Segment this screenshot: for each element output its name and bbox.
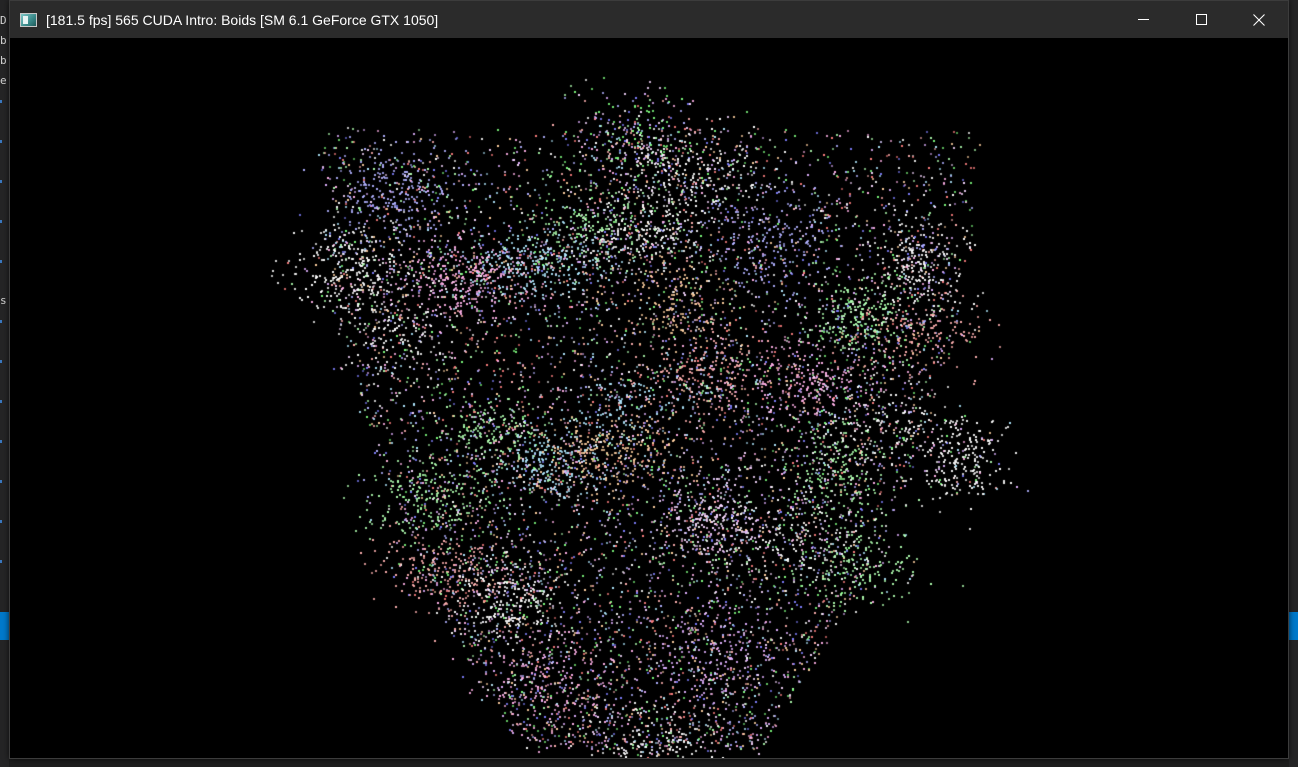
background-tick	[0, 180, 2, 183]
background-status-strip-left	[0, 612, 9, 640]
boids-canvas[interactable]	[10, 38, 1288, 758]
background-glyph: b	[0, 34, 7, 47]
boids-viewport[interactable]	[10, 38, 1288, 758]
background-tick	[0, 560, 2, 563]
close-button[interactable]	[1230, 1, 1288, 38]
background-glyph: e	[0, 74, 7, 87]
background-status-strip-right	[1289, 612, 1298, 640]
boids-window: [181.5 fps] 565 CUDA Intro: Boids [SM 6.…	[9, 0, 1289, 759]
background-tick	[0, 360, 2, 363]
background-tick	[0, 480, 2, 483]
background-tick	[0, 520, 2, 523]
background-editor-edge-left: D b b e s	[0, 0, 9, 767]
desktop: D b b e s [181.5 fps] 565 CUDA Intro: Bo…	[0, 0, 1298, 767]
background-tick	[0, 440, 2, 443]
background-tick	[0, 140, 2, 143]
window-controls	[1114, 1, 1288, 38]
title-bar[interactable]: [181.5 fps] 565 CUDA Intro: Boids [SM 6.…	[10, 1, 1288, 38]
background-tick	[0, 400, 2, 403]
background-glyph: b	[0, 54, 7, 67]
maximize-icon	[1195, 14, 1207, 25]
background-glyph: D	[0, 14, 7, 27]
background-tick	[0, 320, 2, 323]
app-icon[interactable]	[20, 12, 37, 27]
background-editor-edge-right	[1289, 0, 1298, 767]
background-tick	[0, 220, 2, 223]
maximize-button[interactable]	[1172, 1, 1230, 38]
background-glyph: s	[0, 294, 7, 307]
close-icon	[1253, 13, 1265, 26]
minimize-icon	[1137, 19, 1149, 20]
background-tick	[0, 100, 2, 103]
window-title: [181.5 fps] 565 CUDA Intro: Boids [SM 6.…	[46, 11, 439, 28]
minimize-button[interactable]	[1114, 1, 1172, 38]
background-tick	[0, 260, 2, 263]
